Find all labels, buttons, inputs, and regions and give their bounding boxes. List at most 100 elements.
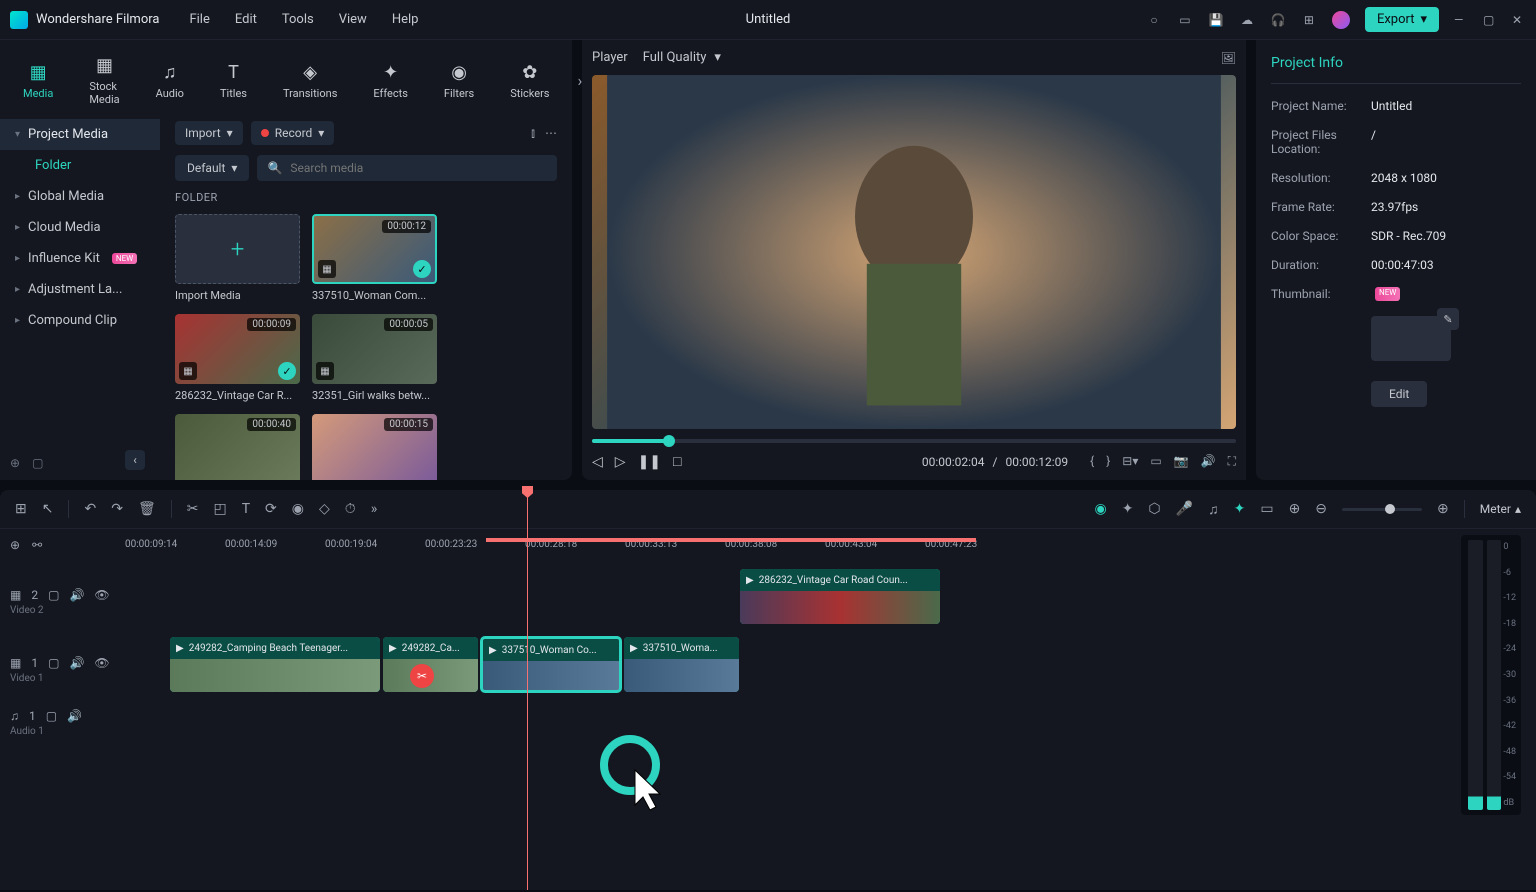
sidebar-adjustment-layer[interactable]: ▸Adjustment La... xyxy=(0,274,160,305)
enhance-icon[interactable]: ✦ xyxy=(1122,501,1134,517)
progress-bar[interactable] xyxy=(592,439,1236,443)
tab-filters[interactable]: ◉Filters xyxy=(436,57,482,105)
close-button[interactable]: ✕ xyxy=(1512,13,1526,27)
mute-icon[interactable]: 🔊 xyxy=(69,656,84,670)
folder-icon[interactable]: ▢ xyxy=(32,456,43,470)
media-item[interactable]: 00:00:09 ▦ ✓ 286232_Vintage Car R... xyxy=(175,314,300,402)
cursor-icon[interactable]: ↖ xyxy=(42,501,54,517)
menu-file[interactable]: File xyxy=(189,12,209,27)
menu-view[interactable]: View xyxy=(339,12,367,27)
sidebar-project-media[interactable]: ▾Project Media xyxy=(0,119,160,150)
playhead[interactable] xyxy=(527,490,528,890)
keyframe-icon[interactable]: ◇ xyxy=(319,501,330,517)
tab-effects[interactable]: ✦Effects xyxy=(365,57,416,105)
lock-icon[interactable]: ▢ xyxy=(48,656,59,670)
split-indicator[interactable]: ✂ xyxy=(410,664,434,688)
add-icon[interactable]: ⊕ xyxy=(1289,501,1301,517)
clip-vintage-car[interactable]: ▶286232_Vintage Car Road Coun... xyxy=(740,569,940,624)
display-icon[interactable]: ▭ xyxy=(1150,454,1161,469)
grid-icon[interactable]: ⊞ xyxy=(15,501,27,517)
minimize-button[interactable]: — xyxy=(1454,13,1468,27)
media-item[interactable]: 00:00:40 xyxy=(175,414,300,480)
pencil-icon[interactable]: ✎ xyxy=(1437,308,1459,330)
menu-tools[interactable]: Tools xyxy=(282,12,314,27)
play-button[interactable]: ▷ xyxy=(615,454,626,470)
crop-icon[interactable]: ◰ xyxy=(213,501,226,517)
sidebar-folder[interactable]: Folder xyxy=(0,150,160,181)
sidebar-global-media[interactable]: ▸Global Media xyxy=(0,181,160,212)
clip-camping-1[interactable]: ▶249282_Camping Beach Teenager... xyxy=(170,637,380,692)
volume-icon[interactable]: 🔊 xyxy=(1201,454,1216,469)
stop-button[interactable]: □ xyxy=(673,453,681,470)
thumbnail-preview[interactable]: ✎ xyxy=(1371,316,1451,361)
sidebar-influence-kit[interactable]: ▸Influence KitNEW xyxy=(0,243,160,274)
visibility-icon[interactable]: 👁 xyxy=(94,588,109,602)
cloud-icon[interactable]: ☁ xyxy=(1239,12,1255,28)
record-icon[interactable]: ○ xyxy=(1146,12,1162,28)
quality-select[interactable]: Full Quality▾ xyxy=(643,50,721,65)
compare-icon[interactable]: ⊟▾ xyxy=(1122,454,1138,469)
pause-button[interactable]: ❚❚ xyxy=(638,454,661,470)
delete-icon[interactable]: 🗑 xyxy=(138,501,156,517)
tab-stock-media[interactable]: ▦Stock Media xyxy=(81,50,127,111)
redo-icon[interactable]: ↷ xyxy=(111,501,123,517)
zoom-in-icon[interactable]: ⊕ xyxy=(1437,501,1449,517)
clip-woman-1[interactable]: ▶337510_Woman Co... xyxy=(481,637,621,692)
lock-icon[interactable]: ▢ xyxy=(48,588,59,602)
scissors-icon[interactable]: ✂ xyxy=(187,501,199,517)
sidebar-compound-clip[interactable]: ▸Compound Clip xyxy=(0,305,160,336)
record-button[interactable]: Record▾ xyxy=(251,121,335,145)
snapshot-icon[interactable]: 🖼 xyxy=(1221,51,1236,65)
mute-icon[interactable]: 🔊 xyxy=(67,709,82,723)
sort-button[interactable]: Default▾ xyxy=(175,155,249,181)
undo-icon[interactable]: ↶ xyxy=(84,501,96,517)
meter-toggle[interactable]: Meter ▴ xyxy=(1480,502,1521,516)
sidebar-collapse-button[interactable]: ‹ xyxy=(125,450,145,470)
timer-icon[interactable]: ⏱ xyxy=(345,501,356,517)
mute-icon[interactable]: 🔊 xyxy=(69,588,84,602)
timeline-ruler[interactable]: 00:00:09:14 00:00:14:09 00:00:19:04 00:0… xyxy=(0,529,1536,559)
apps-icon[interactable]: ⊞ xyxy=(1301,12,1317,28)
media-import-tile[interactable]: + Import Media xyxy=(175,214,300,302)
more-icon[interactable]: ⋯ xyxy=(545,126,557,141)
tab-stickers[interactable]: ✿Stickers xyxy=(502,57,557,105)
media-item[interactable]: 00:00:05 ▦ 32351_Girl walks betw... xyxy=(312,314,437,402)
search-input[interactable] xyxy=(290,161,547,175)
tab-audio[interactable]: ♫Audio xyxy=(148,57,192,105)
progress-thumb[interactable] xyxy=(663,435,675,447)
headphones-icon[interactable]: 🎧 xyxy=(1270,12,1286,28)
color-icon[interactable]: ◉ xyxy=(292,501,304,517)
preview-viewport[interactable] xyxy=(592,75,1236,429)
filter-icon[interactable]: ⫾ xyxy=(531,126,535,141)
clip-woman-2[interactable]: ▶337510_Woma... xyxy=(624,637,739,692)
more-tools-icon[interactable]: » xyxy=(371,501,378,517)
search-box[interactable]: 🔍 xyxy=(257,155,557,181)
import-button[interactable]: Import▾ xyxy=(175,121,243,145)
marker-icon[interactable]: ✦ xyxy=(1234,501,1246,517)
zoom-out-icon[interactable]: ⊖ xyxy=(1315,501,1327,517)
tab-transitions[interactable]: ◈Transitions xyxy=(275,57,345,105)
tab-titles[interactable]: TTitles xyxy=(212,57,255,105)
new-folder-icon[interactable]: ⊕ xyxy=(10,456,20,470)
media-item[interactable]: 00:00:12 ▦ ✓ 337510_Woman Com... xyxy=(312,214,437,302)
frame-icon[interactable]: ▭ xyxy=(1260,501,1273,517)
fullscreen-icon[interactable]: ⛶ xyxy=(1228,454,1236,469)
ai-icon[interactable]: ◉ xyxy=(1094,501,1106,517)
avatar-icon[interactable] xyxy=(1332,11,1350,29)
music-icon[interactable]: ♫ xyxy=(1208,501,1219,518)
camera-icon[interactable]: 📷 xyxy=(1174,454,1189,469)
lock-icon[interactable]: ▢ xyxy=(46,709,57,723)
zoom-slider[interactable] xyxy=(1342,508,1422,511)
mic-icon[interactable]: 🎤 xyxy=(1176,501,1193,517)
save-icon[interactable]: 💾 xyxy=(1208,12,1224,28)
maximize-button[interactable]: ▢ xyxy=(1483,13,1497,27)
export-button[interactable]: Export▾ xyxy=(1365,7,1439,32)
menu-help[interactable]: Help xyxy=(392,12,419,27)
shield-icon[interactable]: ⬡ xyxy=(1148,501,1160,517)
speed-icon[interactable]: ⟳ xyxy=(265,501,277,517)
menu-edit[interactable]: Edit xyxy=(235,12,257,27)
edit-button[interactable]: Edit xyxy=(1371,381,1427,407)
media-item[interactable]: 00:00:15 xyxy=(312,414,437,480)
visibility-icon[interactable]: 👁 xyxy=(94,656,109,670)
prev-frame-button[interactable]: ◁ xyxy=(592,454,603,470)
